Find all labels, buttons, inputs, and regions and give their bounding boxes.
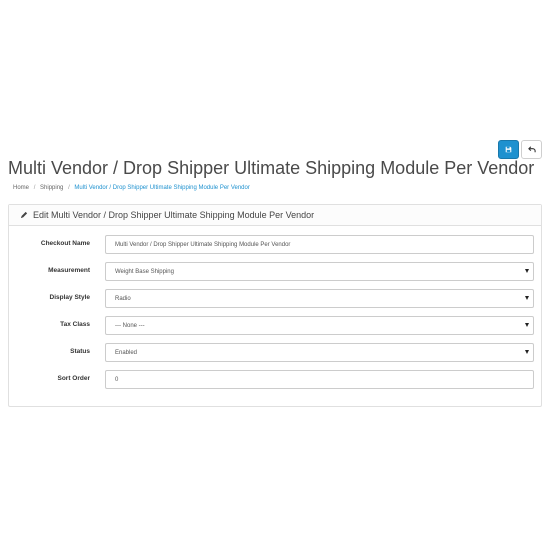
edit-panel: Edit Multi Vendor / Drop Shipper Ultimat…	[8, 204, 542, 407]
tax-class-label: Tax Class	[60, 321, 90, 328]
checkout-name-label: Checkout Name	[40, 240, 90, 247]
caret-down-icon	[525, 350, 529, 354]
breadcrumb-current[interactable]: Multi Vendor / Drop Shipper Ultimate Shi…	[74, 185, 249, 191]
form-row-status: Status Enabled	[9, 343, 543, 363]
breadcrumb-separator: /	[68, 185, 70, 191]
breadcrumb-separator: /	[33, 185, 36, 191]
display-style-select[interactable]: Radio	[105, 289, 534, 308]
measurement-select[interactable]: Weight Base Shipping	[105, 262, 534, 281]
measurement-label: Measurement	[48, 267, 90, 274]
sort-order-value: 0	[115, 376, 119, 383]
form-row-sort-order: Sort Order 0	[9, 370, 543, 390]
breadcrumb: Home / Shipping / Multi Vendor / Drop Sh…	[13, 185, 250, 191]
sort-order-input[interactable]: 0	[105, 370, 534, 389]
tax-class-select[interactable]: --- None ---	[105, 316, 534, 335]
tax-class-value: --- None ---	[115, 322, 145, 329]
checkout-name-input[interactable]: Multi Vendor / Drop Shipper Ultimate Shi…	[105, 235, 534, 254]
back-button[interactable]	[521, 140, 542, 159]
pencil-icon	[20, 211, 28, 219]
breadcrumb-shipping[interactable]: Shipping	[40, 185, 63, 191]
caret-down-icon	[525, 269, 529, 273]
breadcrumb-home[interactable]: Home	[13, 185, 29, 191]
sort-order-label: Sort Order	[57, 375, 90, 382]
form-row-display-style: Display Style Radio	[9, 289, 543, 309]
checkout-name-value: Multi Vendor / Drop Shipper Ultimate Shi…	[115, 241, 291, 248]
panel-heading-text: Edit Multi Vendor / Drop Shipper Ultimat…	[33, 210, 315, 220]
status-select[interactable]: Enabled	[105, 343, 534, 362]
form-row-checkout-name: Checkout Name Multi Vendor / Drop Shippe…	[9, 235, 543, 255]
save-icon	[505, 146, 512, 153]
panel-heading: Edit Multi Vendor / Drop Shipper Ultimat…	[9, 205, 541, 226]
status-value: Enabled	[115, 349, 138, 356]
form-row-measurement: Measurement Weight Base Shipping	[9, 262, 543, 282]
save-button[interactable]	[498, 140, 519, 159]
back-arrow-icon	[527, 146, 536, 153]
status-label: Status	[70, 348, 90, 355]
display-style-label: Display Style	[49, 294, 90, 301]
caret-down-icon	[525, 296, 529, 300]
caret-down-icon	[525, 323, 529, 327]
form-row-tax-class: Tax Class --- None ---	[9, 316, 543, 336]
page-title: Multi Vendor / Drop Shipper Ultimate Shi…	[8, 158, 535, 178]
display-style-value: Radio	[115, 295, 131, 302]
header-actions	[498, 140, 542, 159]
measurement-value: Weight Base Shipping	[115, 268, 174, 275]
